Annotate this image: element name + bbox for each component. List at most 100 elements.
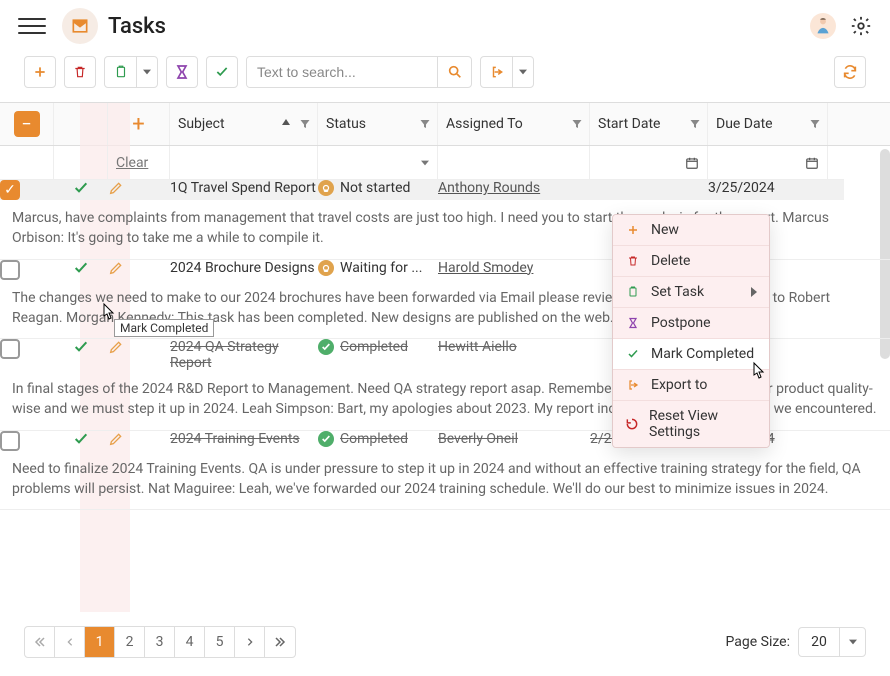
- due-cell: 3/25/2024: [708, 180, 828, 200]
- row-checkbox[interactable]: [0, 260, 54, 280]
- subject-cell[interactable]: 2024 Training Events: [170, 431, 318, 451]
- start-cell: [590, 180, 708, 200]
- filter-icon[interactable]: [809, 118, 821, 130]
- filter-icon[interactable]: [689, 118, 701, 130]
- check-icon: [625, 348, 641, 360]
- edit-row[interactable]: [108, 431, 170, 451]
- menu-reset-view[interactable]: Reset View Settings: [613, 401, 769, 447]
- pager: 12345 Page Size: 20: [0, 618, 890, 668]
- assignee-cell[interactable]: Anthony Rounds: [438, 180, 590, 200]
- postpone-button[interactable]: [166, 56, 198, 88]
- tooltip: Mark Completed: [114, 319, 214, 337]
- filter-icon[interactable]: [419, 118, 431, 130]
- subject-cell[interactable]: 2024 Brochure Designs: [170, 260, 318, 280]
- mark-complete-cell[interactable]: [54, 431, 108, 451]
- page-title: Tasks: [108, 14, 166, 39]
- column-assigned-to[interactable]: Assigned To: [438, 103, 590, 145]
- column-start-date[interactable]: Start Date: [590, 103, 708, 145]
- delete-button[interactable]: [64, 56, 96, 88]
- new-button[interactable]: [24, 56, 56, 88]
- pager-prev[interactable]: [55, 627, 85, 657]
- scrollbar[interactable]: [878, 103, 890, 612]
- row-checkbox[interactable]: ✓: [0, 180, 54, 200]
- filter-status[interactable]: [318, 146, 438, 180]
- menu-new[interactable]: New: [613, 215, 769, 246]
- status-cell: Completed: [318, 339, 438, 371]
- filter-subject[interactable]: [170, 146, 318, 180]
- set-task-button[interactable]: [104, 56, 158, 88]
- row-checkbox[interactable]: [0, 339, 54, 371]
- search-input[interactable]: [247, 57, 437, 87]
- toolbar: [0, 52, 890, 102]
- search-box: [246, 56, 472, 88]
- menu-button[interactable]: [18, 12, 46, 40]
- collapse-all-button[interactable]: −: [0, 103, 54, 145]
- pager-page-2[interactable]: 2: [115, 627, 145, 657]
- menu-postpone[interactable]: Postpone: [613, 308, 769, 339]
- chevron-right-icon: [751, 287, 757, 297]
- assignee-cell[interactable]: Harold Smodey: [438, 260, 590, 280]
- sort-asc-icon: [281, 119, 291, 129]
- context-menu: New Delete Set Task Postpone Mark Comple…: [612, 214, 770, 448]
- edit-row[interactable]: [108, 180, 170, 200]
- menu-set-task[interactable]: Set Task: [613, 277, 769, 308]
- column-subject[interactable]: Subject: [170, 103, 318, 145]
- filter-due[interactable]: [708, 146, 828, 180]
- chevron-down-icon: [839, 628, 865, 656]
- pager-page-4[interactable]: 4: [175, 627, 205, 657]
- subject-cell[interactable]: 1Q Travel Spend Report: [170, 180, 318, 200]
- column-status-label: Status: [326, 116, 366, 132]
- edit-row[interactable]: [108, 260, 170, 280]
- menu-mark-completed[interactable]: Mark Completed: [613, 339, 769, 370]
- filter-assigned[interactable]: [438, 146, 590, 180]
- row-description: Need to finalize 2024 Training Events. Q…: [0, 451, 890, 511]
- menu-export-to[interactable]: Export to: [613, 370, 769, 401]
- status-cell: Completed: [318, 431, 438, 451]
- mark-complete-cell[interactable]: [54, 339, 108, 371]
- row-checkbox[interactable]: [0, 431, 54, 451]
- export-button[interactable]: [480, 56, 534, 88]
- pagesize-label: Page Size:: [726, 634, 791, 650]
- plus-icon: [625, 224, 641, 236]
- pagesize-select[interactable]: 20: [798, 627, 866, 657]
- refresh-button[interactable]: [834, 56, 866, 88]
- user-avatar[interactable]: [810, 13, 836, 39]
- clear-filters-link[interactable]: Clear: [108, 146, 170, 180]
- pager-first[interactable]: [25, 627, 55, 657]
- trash-icon: [625, 254, 641, 268]
- mark-completed-button[interactable]: [206, 56, 238, 88]
- complete-column[interactable]: [54, 103, 108, 145]
- column-due-date[interactable]: Due Date: [708, 103, 828, 145]
- column-due-label: Due Date: [716, 116, 773, 132]
- mark-complete-cell[interactable]: [54, 180, 108, 200]
- menu-delete[interactable]: Delete: [613, 246, 769, 277]
- pager-page-1[interactable]: 1: [85, 627, 115, 657]
- column-start-label: Start Date: [598, 116, 660, 132]
- settings-button[interactable]: [850, 15, 872, 37]
- column-status[interactable]: Status: [318, 103, 438, 145]
- filter-start[interactable]: [590, 146, 708, 180]
- filter-icon[interactable]: [571, 118, 583, 130]
- filter-icon[interactable]: [299, 118, 311, 130]
- add-column-button[interactable]: +: [108, 103, 170, 145]
- reset-icon: [625, 417, 639, 431]
- status-cell: Waiting for ...: [318, 260, 438, 280]
- export-icon: [625, 379, 641, 391]
- pager-page-3[interactable]: 3: [145, 627, 175, 657]
- pager-next[interactable]: [235, 627, 265, 657]
- pager-page-5[interactable]: 5: [205, 627, 235, 657]
- edit-row[interactable]: [108, 339, 170, 371]
- mark-complete-cell[interactable]: [54, 260, 108, 280]
- assignee-cell[interactable]: Hewitt Aiello: [438, 339, 590, 371]
- subject-cell[interactable]: 2024 QA Strategy Report: [170, 339, 318, 371]
- clipboard-icon: [625, 285, 641, 299]
- hourglass-icon: [625, 316, 641, 330]
- app-header: Tasks: [0, 0, 890, 52]
- column-subject-label: Subject: [178, 116, 225, 132]
- status-cell: Not started: [318, 180, 438, 200]
- assignee-cell[interactable]: Beverly Oneil: [438, 431, 590, 451]
- app-icon: [62, 8, 98, 44]
- pager-last[interactable]: [265, 627, 295, 657]
- column-assigned-label: Assigned To: [446, 116, 523, 132]
- search-button[interactable]: [437, 57, 471, 87]
